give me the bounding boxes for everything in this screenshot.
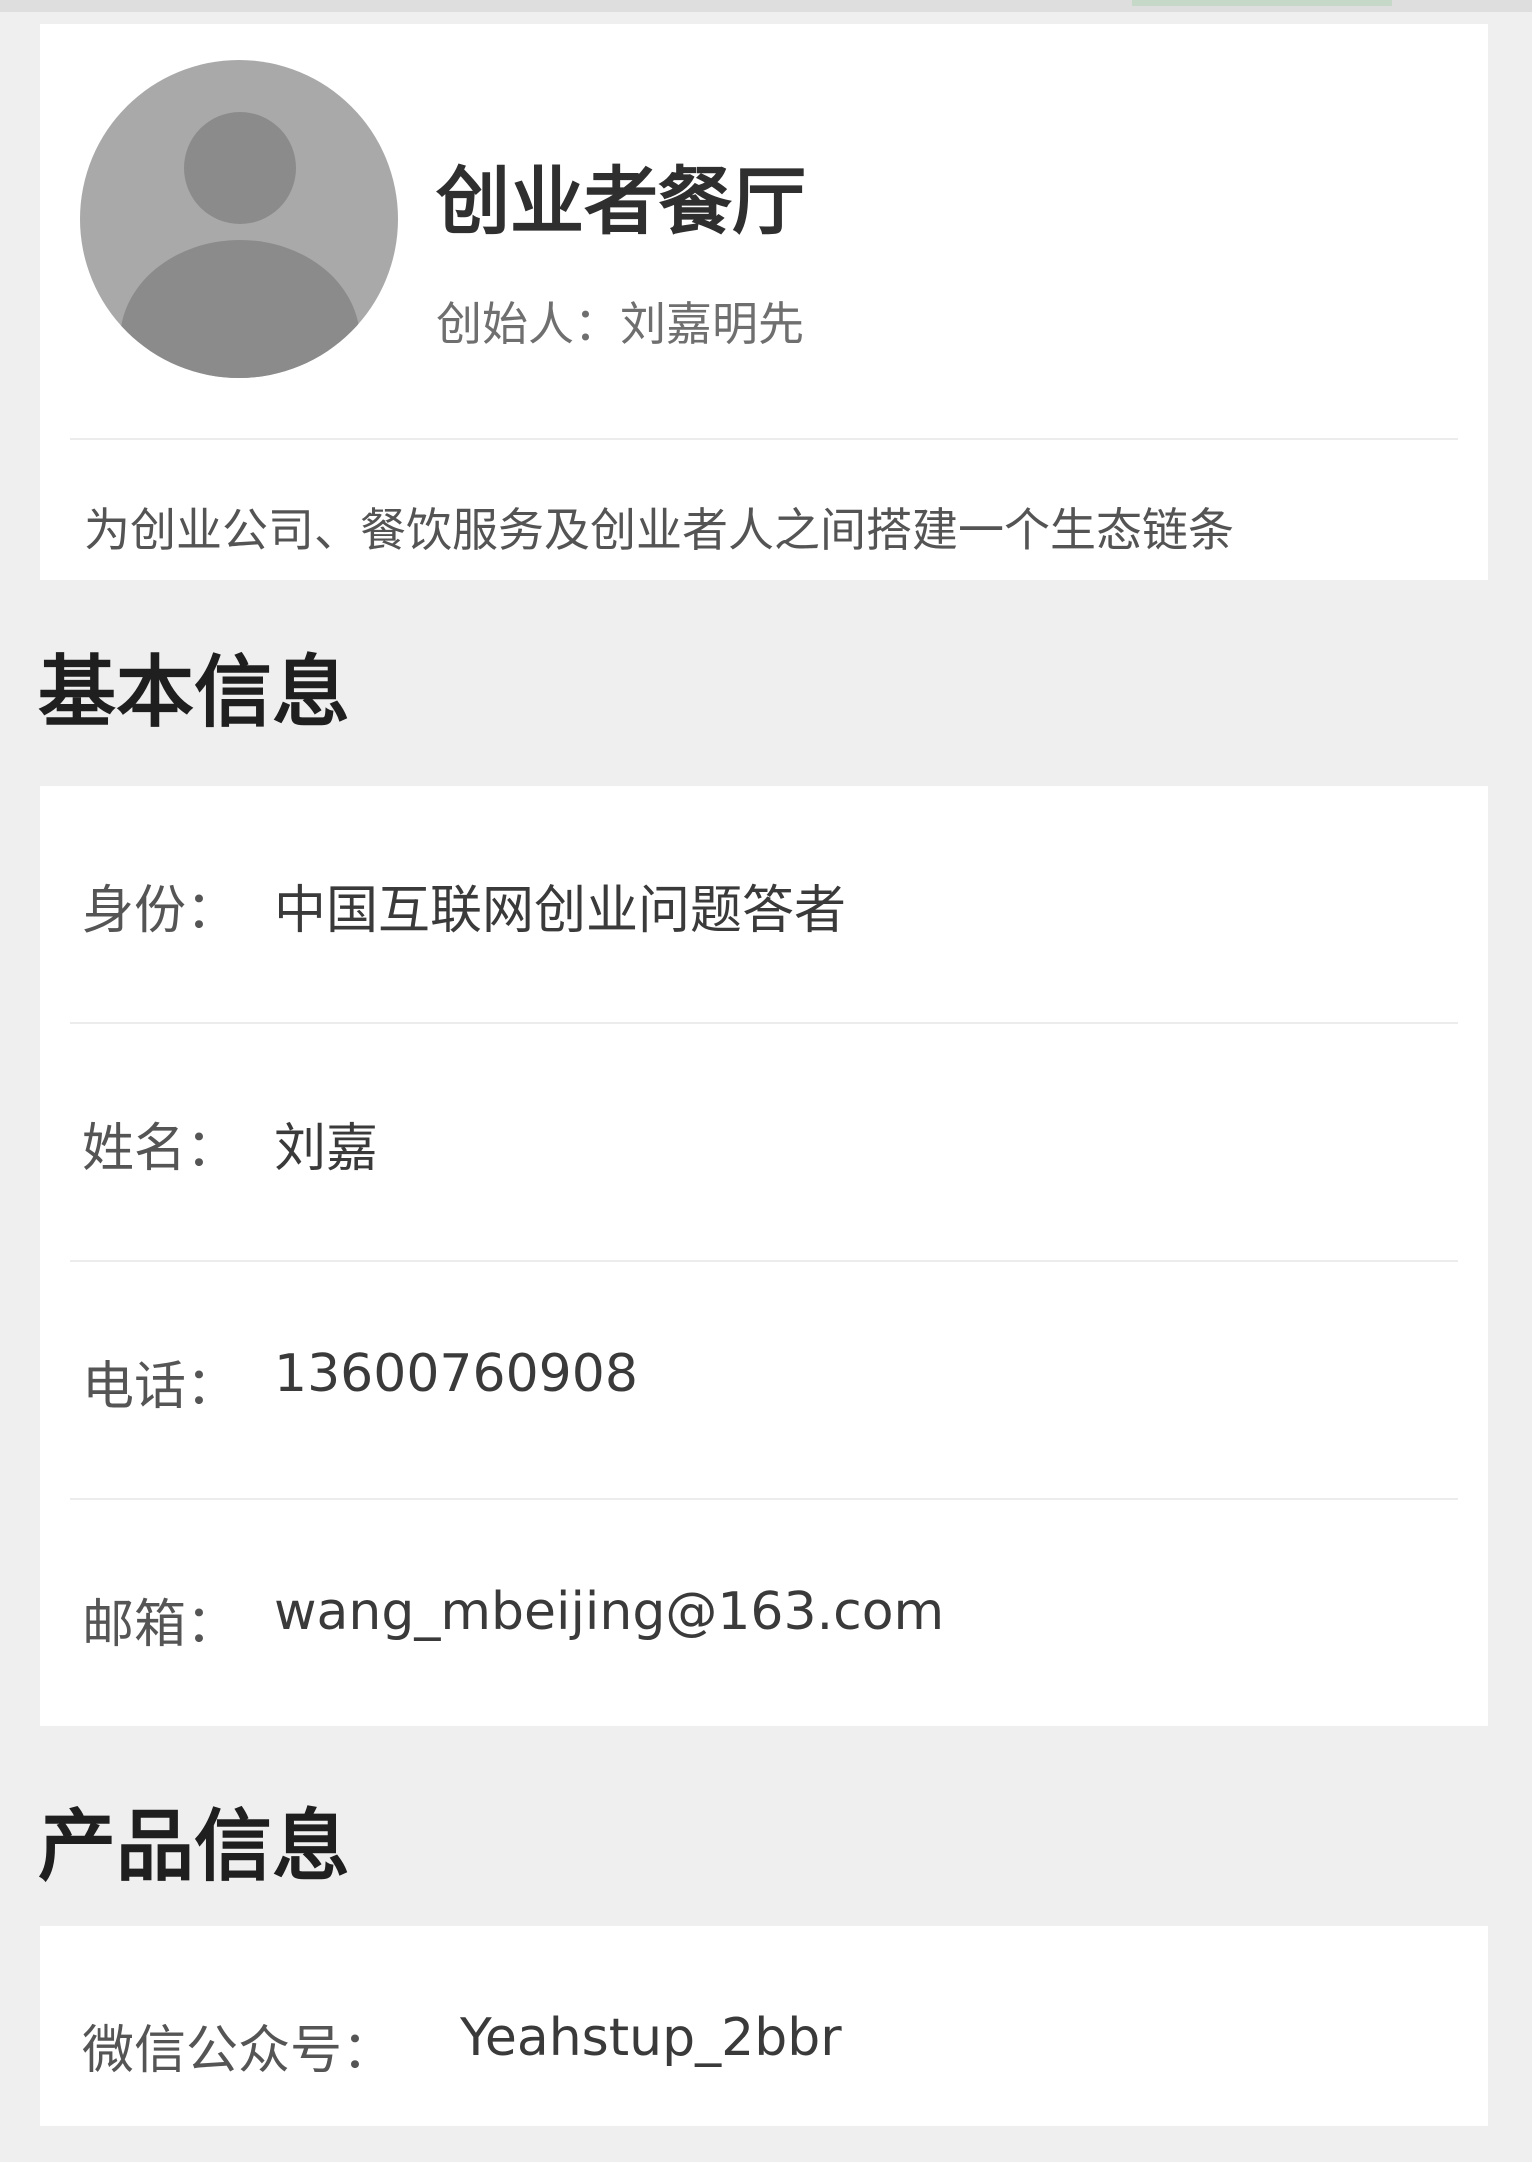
info-row-name[interactable]: 姓名： 刘嘉 [40,1024,1488,1260]
email-address[interactable]: wang_mbeijing@163.com [274,1582,944,1642]
founder-line: 创始人：刘嘉明先 [436,297,804,351]
product-info-card: 微信公众号： Yeahstup_2bbr [40,1926,1488,2126]
info-row-wechat-account[interactable]: 微信公众号： Yeahstup_2bbr [40,1926,1488,2162]
avatar-head-shape [184,112,296,224]
company-name: 创业者餐厅 [436,159,806,245]
divider [70,438,1458,440]
info-row-email[interactable]: 邮箱： wang_mbeijing@163.com [40,1500,1488,1736]
profile-card: 创业者餐厅 创始人：刘嘉明先 为创业公司、餐饮服务及创业者人之间搭建一个生态链条 [40,24,1488,580]
basic-info-card: 身份： 中国互联网创业问题答者 姓名： 刘嘉 电话： 13600760908 邮… [40,786,1488,1726]
status-bar-accent [1132,0,1392,6]
section-title-product-info: 产品信息 [38,1802,351,1892]
avatar-body-shape [120,240,360,378]
info-row-phone[interactable]: 电话： 13600760908 [40,1262,1488,1498]
info-label: 姓名： [82,1119,239,1179]
info-value: 刘嘉 [274,1119,379,1179]
info-value: Yeahstup_2bbr [460,2008,842,2068]
info-label: 电话： [82,1357,239,1417]
info-label: 微信公众号： [82,2021,395,2081]
avatar[interactable] [80,60,398,378]
info-value: 中国互联网创业问题答者 [274,881,847,941]
info-label: 身份： [82,881,239,941]
info-row-identity[interactable]: 身份： 中国互联网创业问题答者 [40,786,1488,1022]
section-title-basic-info: 基本信息 [38,648,351,738]
phone-number[interactable]: 13600760908 [274,1344,638,1404]
info-label: 邮箱： [82,1595,239,1655]
company-tagline: 为创业公司、餐饮服务及创业者人之间搭建一个生态链条 [84,503,1234,557]
status-bar-strip [0,0,1532,12]
